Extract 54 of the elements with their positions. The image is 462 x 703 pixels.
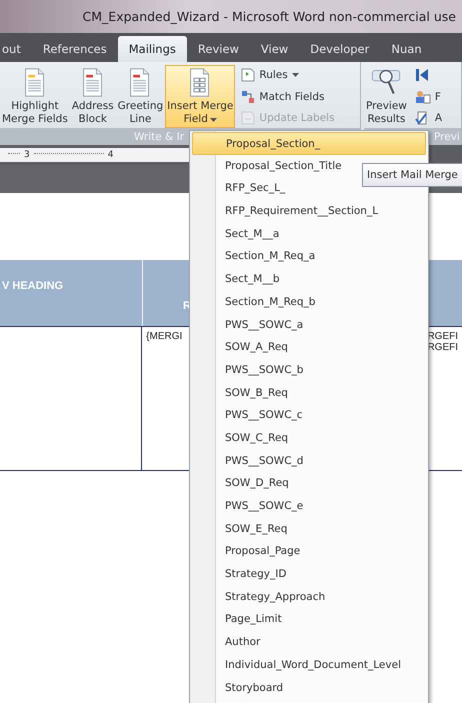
menu-item[interactable]: Author xyxy=(192,631,426,654)
ribbon-button[interactable]: Greeting Line xyxy=(116,65,166,128)
ribbon-button[interactable]: Highlight Merge Fields xyxy=(0,65,70,128)
menu-item[interactable]: Sect_M__b xyxy=(192,268,426,291)
ribbon-button[interactable]: F xyxy=(412,86,444,106)
field-code: {MERGI xyxy=(146,331,184,342)
ribbon-button[interactable]: Insert Merge Field xyxy=(165,65,236,128)
ribbon-button[interactable]: Preview Results xyxy=(364,65,409,128)
ribbon-button[interactable]: Rules xyxy=(239,65,337,85)
menu-item[interactable]: PWS__SOWC_e xyxy=(192,495,426,518)
ribbon-button[interactable]: Match Fields xyxy=(239,86,337,106)
menu-item[interactable]: Section_M_Req_a xyxy=(192,245,426,268)
menu-item[interactable]: SOW_C_Req xyxy=(192,426,426,450)
menu-item[interactable]: SOW_B_Req xyxy=(192,382,426,404)
ruler-number: 4 xyxy=(108,150,114,160)
menu-item[interactable]: SOW_D_Req xyxy=(192,472,426,495)
menu-item[interactable]: SOW_A_Req xyxy=(192,336,426,359)
menu-item[interactable]: SOW_E_Req xyxy=(192,518,426,540)
ribbon-tab[interactable]: References xyxy=(32,36,118,62)
menu-item[interactable]: PWS__SOWC_d xyxy=(192,450,426,472)
ribbon-tab[interactable]: Mailings xyxy=(118,36,187,62)
ribbon-button[interactable]: A xyxy=(412,108,444,128)
menu-item[interactable]: PWS__SOWC_a xyxy=(192,314,426,336)
document-icon xyxy=(22,68,47,97)
ribbon-tab[interactable]: Nuan xyxy=(380,36,433,62)
ribbon-tab[interactable]: out xyxy=(0,36,32,62)
menu-item[interactable]: Individual_Word_Document_Level xyxy=(192,654,426,676)
ribbon-tab[interactable]: Developer xyxy=(299,36,380,62)
document-icon xyxy=(80,68,105,97)
grid-icon xyxy=(241,90,256,104)
menu-item[interactable]: Proposal_Page xyxy=(192,540,426,564)
menu-item[interactable]: PWS__SOWC_b xyxy=(192,358,426,382)
document-icon xyxy=(241,111,256,126)
header-text: V HEADING xyxy=(2,280,64,292)
menu-item[interactable]: PWS__SOWC_c xyxy=(192,404,426,427)
group-label: Previ xyxy=(434,130,460,142)
window-title: CM_Expanded_Wizard - Microsoft Word non-commercial use xyxy=(82,9,456,24)
menu-item[interactable]: Storyboard xyxy=(192,676,426,700)
tooltip: Insert Mail Merge xyxy=(362,163,462,187)
ruler-number: 3 xyxy=(24,150,30,160)
menu-item[interactable]: Strategy_ID xyxy=(192,563,426,586)
first-record-icon xyxy=(414,68,429,82)
menu-item[interactable]: RFP_Requirement__Section_L xyxy=(192,200,426,223)
ribbon-tab[interactable]: View xyxy=(250,36,300,62)
menu-item[interactable]: Sect_M__a xyxy=(192,222,426,246)
person-icon xyxy=(414,90,431,104)
ribbon-tab[interactable]: Review xyxy=(186,36,250,62)
menu-item[interactable]: Strategy_Approach xyxy=(192,586,426,608)
group-label: Write & Ir xyxy=(134,130,184,142)
ribbon-button[interactable]: Address Block xyxy=(70,65,116,128)
menu-item[interactable]: Page_Limit xyxy=(192,608,426,632)
document-icon xyxy=(241,68,256,82)
menu-item[interactable]: Section_M_Req_b xyxy=(192,290,426,314)
menu-item[interactable]: Proposal_Section_ xyxy=(192,132,426,155)
